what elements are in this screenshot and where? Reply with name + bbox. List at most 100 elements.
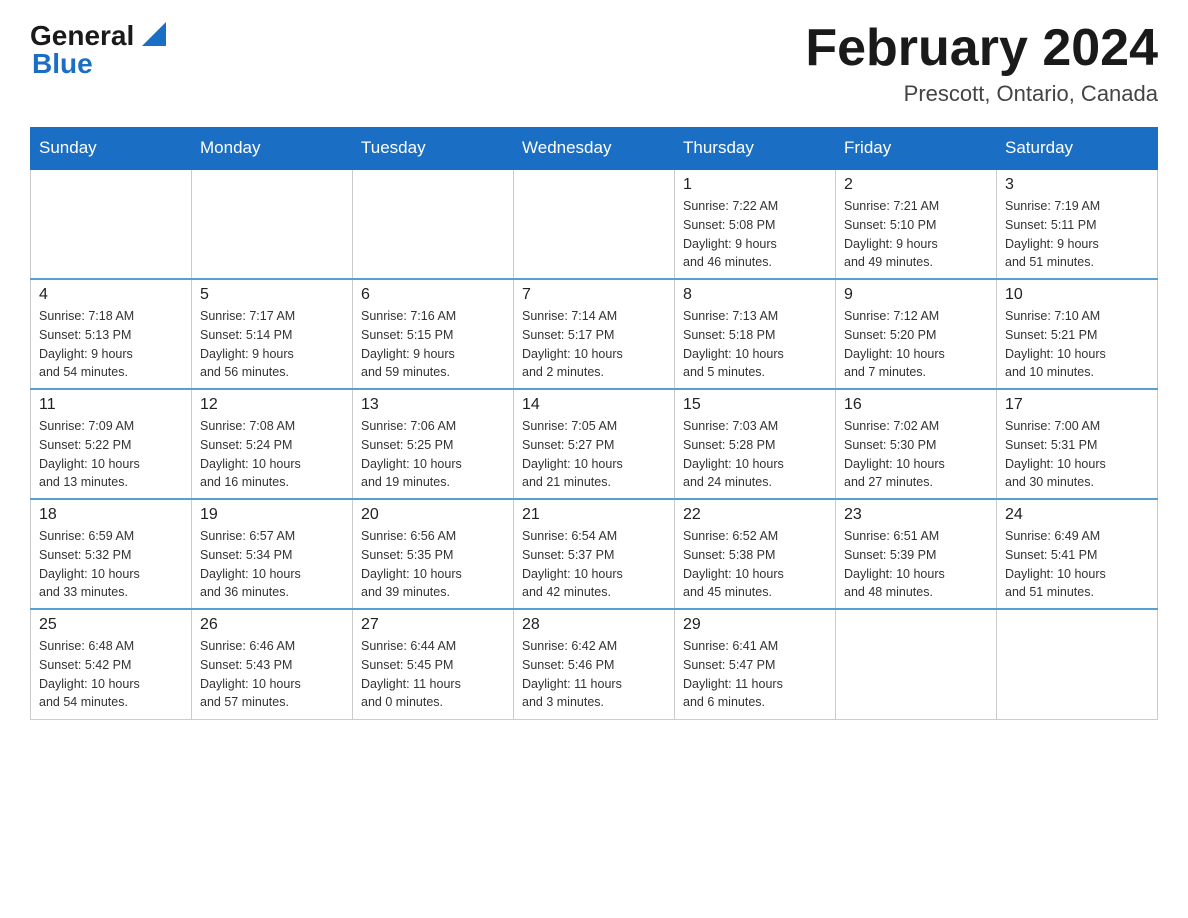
- calendar-cell: 11 Sunrise: 7:09 AMSunset: 5:22 PMDayligh…: [31, 389, 192, 499]
- day-number: 21: [522, 506, 666, 524]
- day-info: Sunrise: 6:41 AMSunset: 5:47 PMDaylight:…: [683, 637, 827, 712]
- day-info: Sunrise: 6:44 AMSunset: 5:45 PMDaylight:…: [361, 637, 505, 712]
- day-info: Sunrise: 6:52 AMSunset: 5:38 PMDaylight:…: [683, 527, 827, 602]
- day-number: 9: [844, 286, 988, 304]
- day-info: Sunrise: 7:22 AMSunset: 5:08 PMDaylight:…: [683, 197, 827, 272]
- day-number: 10: [1005, 286, 1149, 304]
- calendar-cell: 7 Sunrise: 7:14 AMSunset: 5:17 PMDaylight…: [514, 279, 675, 389]
- day-info: Sunrise: 7:03 AMSunset: 5:28 PMDaylight:…: [683, 417, 827, 492]
- logo-blue-text: Blue: [32, 48, 170, 80]
- calendar-cell: 27 Sunrise: 6:44 AMSunset: 5:45 PMDayligh…: [353, 609, 514, 719]
- calendar-cell: 2Sunrise: 7:21 AMSunset: 5:10 PMDaylight…: [836, 169, 997, 279]
- calendar-cell: 19 Sunrise: 6:57 AMSunset: 5:34 PMDayligh…: [192, 499, 353, 609]
- calendar-cell: [836, 609, 997, 719]
- day-info: Sunrise: 6:54 AMSunset: 5:37 PMDaylight:…: [522, 527, 666, 602]
- calendar-cell: [997, 609, 1158, 719]
- calendar-cell: 10Sunrise: 7:10 AMSunset: 5:21 PMDayligh…: [997, 279, 1158, 389]
- month-title: February 2024: [805, 20, 1158, 77]
- day-info: Sunrise: 7:18 AMSunset: 5:13 PMDaylight:…: [39, 307, 183, 382]
- day-info: Sunrise: 6:59 AMSunset: 5:32 PMDaylight:…: [39, 527, 183, 602]
- calendar-cell: [353, 169, 514, 279]
- day-number: 25: [39, 616, 183, 634]
- day-number: 8: [683, 286, 827, 304]
- weekday-header-tuesday: Tuesday: [353, 128, 514, 170]
- calendar-table: SundayMondayTuesdayWednesdayThursdayFrid…: [30, 127, 1158, 720]
- weekday-header-row: SundayMondayTuesdayWednesdayThursdayFrid…: [31, 128, 1158, 170]
- day-number: 2: [844, 176, 988, 194]
- weekday-header-monday: Monday: [192, 128, 353, 170]
- calendar-cell: 24 Sunrise: 6:49 AMSunset: 5:41 PMDayligh…: [997, 499, 1158, 609]
- calendar-cell: 12 Sunrise: 7:08 AMSunset: 5:24 PMDayligh…: [192, 389, 353, 499]
- day-number: 3: [1005, 176, 1149, 194]
- day-info: Sunrise: 7:16 AMSunset: 5:15 PMDaylight:…: [361, 307, 505, 382]
- day-number: 29: [683, 616, 827, 634]
- weekday-header-thursday: Thursday: [675, 128, 836, 170]
- calendar-cell: 1 Sunrise: 7:22 AMSunset: 5:08 PMDaylight…: [675, 169, 836, 279]
- day-info: Sunrise: 6:48 AMSunset: 5:42 PMDaylight:…: [39, 637, 183, 712]
- calendar-cell: 23Sunrise: 6:51 AMSunset: 5:39 PMDayligh…: [836, 499, 997, 609]
- day-info: Sunrise: 7:09 AMSunset: 5:22 PMDaylight:…: [39, 417, 183, 492]
- day-number: 15: [683, 396, 827, 414]
- calendar-cell: 21 Sunrise: 6:54 AMSunset: 5:37 PMDayligh…: [514, 499, 675, 609]
- title-section: February 2024 Prescott, Ontario, Canada: [805, 20, 1158, 107]
- day-info: Sunrise: 6:49 AMSunset: 5:41 PMDaylight:…: [1005, 527, 1149, 602]
- day-number: 19: [200, 506, 344, 524]
- day-info: Sunrise: 7:19 AMSunset: 5:11 PMDaylight:…: [1005, 197, 1149, 272]
- calendar-week-row: 18 Sunrise: 6:59 AMSunset: 5:32 PMDayligh…: [31, 499, 1158, 609]
- day-number: 22: [683, 506, 827, 524]
- day-number: 1: [683, 176, 827, 194]
- day-info: Sunrise: 7:06 AMSunset: 5:25 PMDaylight:…: [361, 417, 505, 492]
- calendar-cell: 4 Sunrise: 7:18 AMSunset: 5:13 PMDaylight…: [31, 279, 192, 389]
- day-info: Sunrise: 7:13 AMSunset: 5:18 PMDaylight:…: [683, 307, 827, 382]
- calendar-cell: 22 Sunrise: 6:52 AMSunset: 5:38 PMDayligh…: [675, 499, 836, 609]
- day-number: 28: [522, 616, 666, 634]
- calendar-cell: [31, 169, 192, 279]
- day-number: 17: [1005, 396, 1149, 414]
- day-info: Sunrise: 6:56 AMSunset: 5:35 PMDaylight:…: [361, 527, 505, 602]
- weekday-header-wednesday: Wednesday: [514, 128, 675, 170]
- day-number: 20: [361, 506, 505, 524]
- page-header: General Blue February 2024 Prescott, Ont…: [30, 20, 1158, 107]
- calendar-cell: 5 Sunrise: 7:17 AMSunset: 5:14 PMDaylight…: [192, 279, 353, 389]
- calendar-week-row: 11 Sunrise: 7:09 AMSunset: 5:22 PMDayligh…: [31, 389, 1158, 499]
- day-info: Sunrise: 6:42 AMSunset: 5:46 PMDaylight:…: [522, 637, 666, 712]
- day-info: Sunrise: 7:14 AMSunset: 5:17 PMDaylight:…: [522, 307, 666, 382]
- calendar-cell: [514, 169, 675, 279]
- calendar-cell: 18 Sunrise: 6:59 AMSunset: 5:32 PMDayligh…: [31, 499, 192, 609]
- day-number: 12: [200, 396, 344, 414]
- day-info: Sunrise: 7:00 AMSunset: 5:31 PMDaylight:…: [1005, 417, 1149, 492]
- calendar-cell: 17 Sunrise: 7:00 AMSunset: 5:31 PMDayligh…: [997, 389, 1158, 499]
- logo: General Blue: [30, 20, 170, 80]
- day-number: 6: [361, 286, 505, 304]
- day-info: Sunrise: 7:08 AMSunset: 5:24 PMDaylight:…: [200, 417, 344, 492]
- day-info: Sunrise: 7:12 AMSunset: 5:20 PMDaylight:…: [844, 307, 988, 382]
- calendar-cell: 25 Sunrise: 6:48 AMSunset: 5:42 PMDayligh…: [31, 609, 192, 719]
- calendar-cell: 15 Sunrise: 7:03 AMSunset: 5:28 PMDayligh…: [675, 389, 836, 499]
- calendar-cell: 28 Sunrise: 6:42 AMSunset: 5:46 PMDayligh…: [514, 609, 675, 719]
- calendar-week-row: 25 Sunrise: 6:48 AMSunset: 5:42 PMDayligh…: [31, 609, 1158, 719]
- calendar-week-row: 4 Sunrise: 7:18 AMSunset: 5:13 PMDaylight…: [31, 279, 1158, 389]
- day-info: Sunrise: 6:46 AMSunset: 5:43 PMDaylight:…: [200, 637, 344, 712]
- calendar-cell: 9 Sunrise: 7:12 AMSunset: 5:20 PMDaylight…: [836, 279, 997, 389]
- day-number: 23: [844, 506, 988, 524]
- day-number: 27: [361, 616, 505, 634]
- weekday-header-sunday: Sunday: [31, 128, 192, 170]
- calendar-cell: 26Sunrise: 6:46 AMSunset: 5:43 PMDayligh…: [192, 609, 353, 719]
- day-info: Sunrise: 7:05 AMSunset: 5:27 PMDaylight:…: [522, 417, 666, 492]
- weekday-header-friday: Friday: [836, 128, 997, 170]
- calendar-cell: 13 Sunrise: 7:06 AMSunset: 5:25 PMDayligh…: [353, 389, 514, 499]
- day-info: Sunrise: 7:17 AMSunset: 5:14 PMDaylight:…: [200, 307, 344, 382]
- calendar-cell: 20 Sunrise: 6:56 AMSunset: 5:35 PMDayligh…: [353, 499, 514, 609]
- day-number: 13: [361, 396, 505, 414]
- day-number: 7: [522, 286, 666, 304]
- day-number: 11: [39, 396, 183, 414]
- day-number: 4: [39, 286, 183, 304]
- day-number: 24: [1005, 506, 1149, 524]
- calendar-cell: 3 Sunrise: 7:19 AMSunset: 5:11 PMDaylight…: [997, 169, 1158, 279]
- day-info: Sunrise: 6:57 AMSunset: 5:34 PMDaylight:…: [200, 527, 344, 602]
- day-number: 18: [39, 506, 183, 524]
- day-number: 5: [200, 286, 344, 304]
- day-info: Sunrise: 7:02 AMSunset: 5:30 PMDaylight:…: [844, 417, 988, 492]
- calendar-cell: [192, 169, 353, 279]
- location-subtitle: Prescott, Ontario, Canada: [805, 81, 1158, 107]
